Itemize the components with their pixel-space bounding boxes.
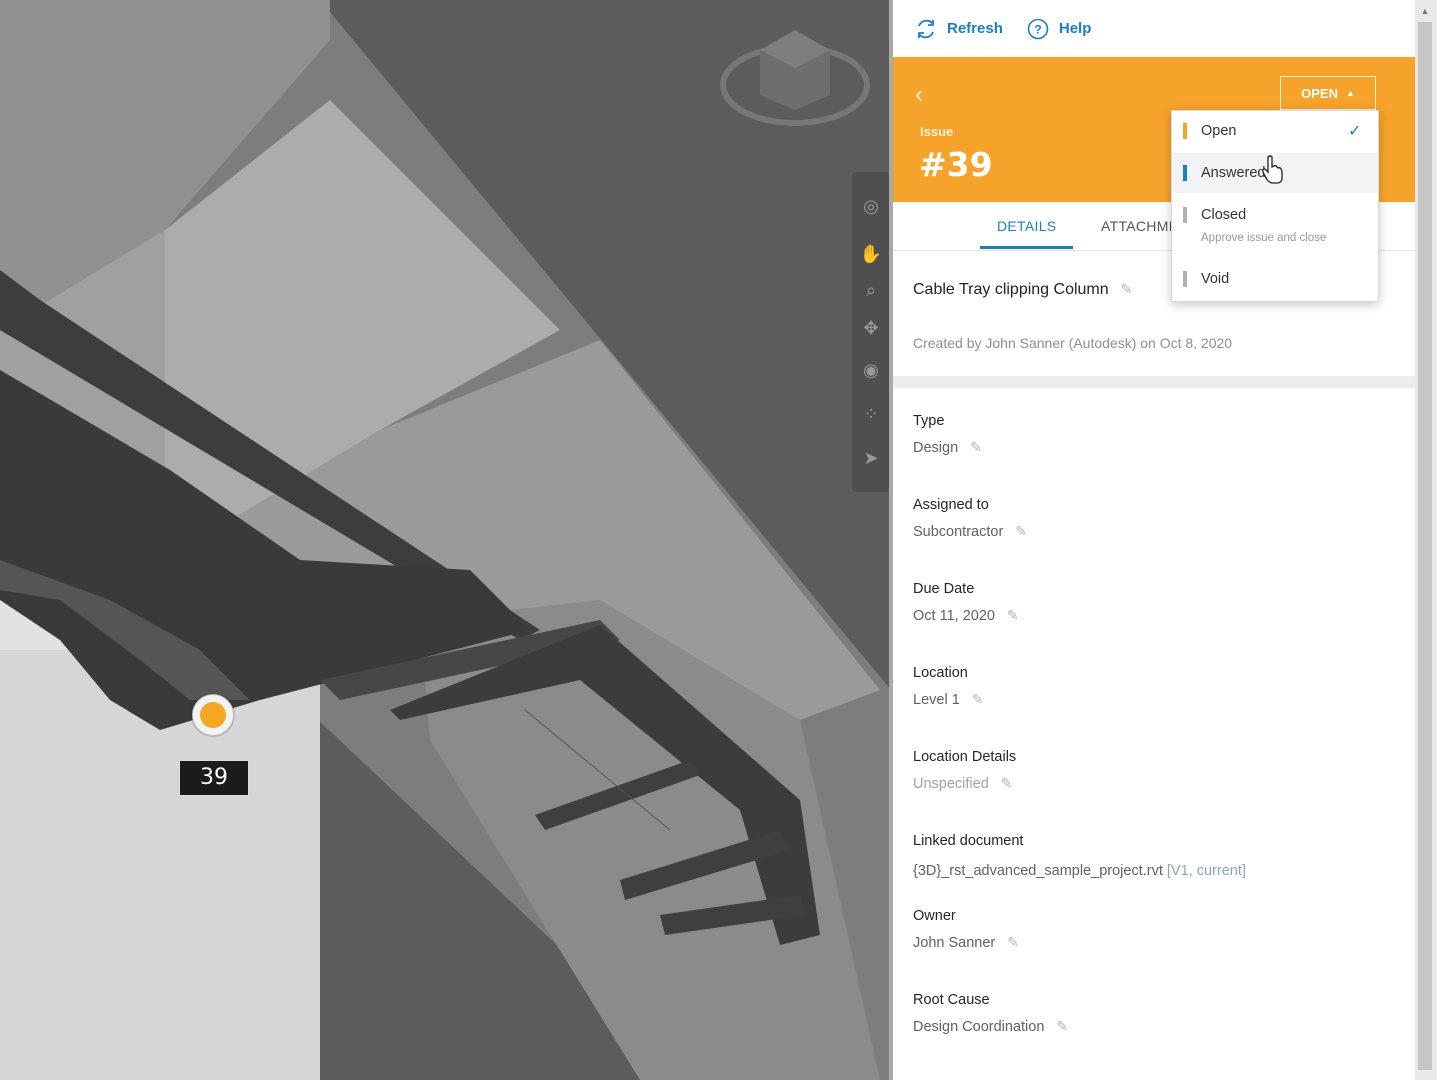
field-value-text: Design	[913, 440, 959, 456]
field-location: Location Level 1 ✎	[913, 665, 984, 708]
tab-attachments[interactable]: ATTACHMI	[1101, 218, 1173, 234]
field-label: Location	[913, 665, 968, 681]
svg-text:?: ?	[1034, 22, 1041, 36]
status-option-label: Closed	[1201, 207, 1247, 223]
active-tab-indicator	[980, 246, 1073, 249]
document-version: [V1, current]	[1166, 863, 1246, 879]
field-label: Assigned to	[913, 497, 989, 513]
edit-pencil-icon[interactable]: ✎	[1121, 281, 1133, 297]
edit-pencil-icon[interactable]: ✎	[1007, 934, 1019, 950]
field-due-date: Due Date Oct 11, 2020 ✎	[913, 581, 1019, 624]
status-option-open[interactable]: Open ✓	[1172, 111, 1378, 153]
field-label: Type	[913, 413, 945, 429]
field-label: Due Date	[913, 581, 975, 597]
model-viewport[interactable]: ◎ ✋ ⌕ ✥ ◉ ⁘ ➤ 39	[0, 0, 891, 1080]
status-dropdown-button[interactable]: OPEN ▲	[1280, 76, 1376, 110]
field-label: Root Cause	[913, 992, 990, 1008]
navigation-toolbar: ◎ ✋ ⌕ ✥ ◉ ⁘ ➤	[852, 172, 890, 492]
field-value[interactable]: {3D}_rst_advanced_sample_project.rvt [V1…	[913, 863, 1246, 879]
linked-document-link[interactable]: {3D}_rst_advanced_sample_project.rvt	[913, 863, 1163, 879]
select-icon[interactable]: ➤	[859, 446, 883, 470]
field-owner: Owner John Sanner ✎	[913, 908, 1019, 951]
issue-pin[interactable]	[192, 694, 234, 736]
edit-pencil-icon[interactable]: ✎	[1015, 523, 1027, 539]
field-location-details: Location Details Unspecified ✎	[913, 749, 1016, 792]
zoom-icon[interactable]: ⌕	[859, 278, 883, 302]
scroll-up-arrow-icon[interactable]: ▲	[1418, 4, 1432, 18]
status-color-bar	[1183, 165, 1187, 181]
edit-pencil-icon[interactable]: ✎	[1001, 775, 1013, 791]
field-assigned-to: Assigned to Subcontractor ✎	[913, 497, 1027, 540]
field-label: Location Details	[913, 749, 1017, 765]
model-scene[interactable]	[0, 0, 891, 1080]
issue-pin-dot	[200, 702, 226, 728]
field-label: Owner	[913, 908, 956, 924]
field-value-text: Level 1	[913, 692, 960, 708]
created-by-text: Created by John Sanner (Autodesk) on Oct…	[913, 335, 1233, 351]
field-value-text: Subcontractor	[913, 524, 1004, 540]
field-value[interactable]: Oct 11, 2020 ✎	[913, 607, 1019, 624]
pan-icon[interactable]: ✋	[859, 242, 883, 266]
field-value-text: Unspecified	[913, 776, 989, 792]
panel-toolbar: Refresh ? Help	[893, 0, 1415, 57]
field-linked-document: Linked document {3D}_rst_advanced_sample…	[913, 833, 1246, 879]
help-button[interactable]: ? Help	[1027, 18, 1092, 40]
issue-number: #39	[919, 145, 993, 184]
edit-pencil-icon[interactable]: ✎	[970, 439, 982, 455]
field-value[interactable]: Design Coordination ✎	[913, 1018, 1068, 1035]
caret-up-icon: ▲	[1345, 88, 1355, 98]
field-value-text: Design Coordination	[913, 1019, 1045, 1035]
field-label: Linked document	[913, 833, 1024, 849]
help-label: Help	[1058, 20, 1092, 37]
field-type: Type Design ✎	[913, 413, 982, 456]
edit-pencil-icon[interactable]: ✎	[1056, 1018, 1068, 1034]
field-value[interactable]: John Sanner ✎	[913, 934, 1019, 951]
back-arrow-icon[interactable]: ‹	[915, 81, 923, 109]
refresh-label: Refresh	[947, 20, 1003, 37]
status-dropdown-menu: Open ✓ Answered Closed Approve issue and…	[1171, 110, 1379, 302]
field-value[interactable]: Design ✎	[913, 439, 982, 456]
help-icon: ?	[1027, 18, 1049, 40]
fit-view-icon[interactable]: ✥	[859, 316, 883, 340]
refresh-button[interactable]: Refresh	[915, 18, 1003, 40]
field-value[interactable]: Subcontractor ✎	[913, 523, 1027, 540]
hand-cursor-icon	[1262, 155, 1283, 184]
status-option-void[interactable]: Void	[1172, 259, 1378, 299]
status-option-closed[interactable]: Closed Approve issue and close	[1172, 195, 1378, 257]
orbit-icon[interactable]: ◎	[859, 194, 883, 218]
field-root-cause: Root Cause Design Coordination ✎	[913, 992, 1068, 1035]
status-color-bar	[1183, 207, 1187, 223]
issue-label: Issue	[920, 124, 954, 139]
status-color-bar	[1183, 271, 1187, 287]
issue-title[interactable]: Cable Tray clipping Column ✎	[913, 281, 1132, 299]
checkmark-icon: ✓	[1348, 123, 1362, 140]
status-button-label: OPEN	[1301, 85, 1338, 101]
refresh-icon	[915, 18, 937, 40]
field-value-text: John Sanner	[913, 935, 996, 951]
field-value[interactable]: Unspecified ✎	[913, 775, 1016, 792]
tab-details[interactable]: DETAILS	[997, 218, 1056, 234]
issue-pin-label: 39	[179, 760, 249, 796]
edit-pencil-icon[interactable]: ✎	[972, 691, 984, 707]
scrollbar-thumb[interactable]	[1418, 22, 1432, 1070]
look-icon[interactable]: ◉	[859, 358, 883, 382]
edit-pencil-icon[interactable]: ✎	[1007, 607, 1019, 623]
status-color-bar	[1183, 123, 1187, 139]
status-option-sublabel: Approve issue and close	[1201, 232, 1327, 244]
status-option-label: Void	[1201, 271, 1230, 287]
field-value[interactable]: Level 1 ✎	[913, 691, 984, 708]
section-separator	[893, 376, 1415, 388]
issue-title-text: Cable Tray clipping Column	[913, 281, 1109, 298]
status-option-label: Open	[1201, 123, 1237, 139]
field-value-text: Oct 11, 2020	[913, 608, 995, 624]
walk-icon[interactable]: ⁘	[859, 402, 883, 426]
status-option-label: Answered	[1201, 165, 1266, 181]
